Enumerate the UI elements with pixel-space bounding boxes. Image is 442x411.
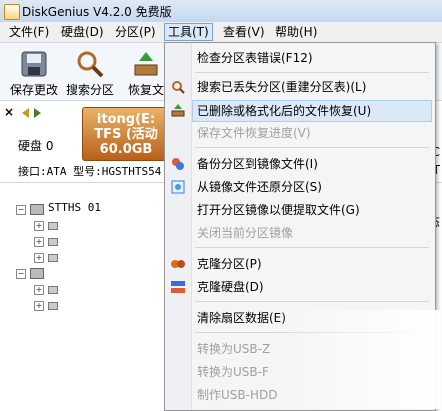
partition-icon — [48, 254, 58, 262]
menu-separator — [195, 301, 429, 302]
expander-icon[interactable]: + — [34, 301, 44, 311]
title-bar: DiskGenius V4.2.0 免费版 — [0, 0, 442, 23]
prev-disk-icon[interactable] — [22, 108, 29, 118]
menu-item-label: 克隆硬盘(D) — [197, 280, 264, 294]
restore-image-icon — [171, 180, 185, 194]
expander-icon[interactable]: − — [16, 269, 26, 279]
expander-icon[interactable]: + — [34, 285, 44, 295]
partition-size: 60.0GB — [99, 142, 153, 157]
menu-restore-partition[interactable]: 从镜像文件还原分区(S) — [193, 177, 431, 197]
partition-icon — [48, 302, 58, 310]
menu-backup-partition[interactable]: 备份分区到镜像文件(I) — [193, 154, 431, 174]
partition-icon — [48, 222, 58, 230]
menu-item-label: 打开分区镜像以便提取文件(G) — [197, 203, 360, 217]
expander-icon[interactable]: + — [34, 237, 44, 247]
menu-partition[interactable]: 分区(P) — [112, 24, 159, 40]
save-changes-button[interactable]: 保存更改 — [6, 45, 62, 99]
clone-disk-icon — [171, 280, 185, 294]
file-recover-icon — [171, 103, 185, 117]
menu-item-label: 转换为USB-F — [197, 365, 269, 379]
menu-bar: 文件(F) 硬盘(D) 分区(P) 工具(T) 查看(V) 帮助(H) — [0, 22, 442, 43]
expander-icon[interactable]: − — [16, 205, 26, 215]
menu-item-label: 关闭当前分区镜像 — [197, 226, 294, 240]
menu-item-label: 搜索已丢失分区(重建分区表)(L) — [197, 80, 367, 94]
recover-icon — [131, 49, 161, 79]
hdd-icon — [30, 268, 44, 279]
menu-save-recovery-progress[interactable]: 保存文件恢复进度(V) — [193, 123, 431, 143]
menu-tools[interactable]: 工具(T) — [164, 23, 213, 41]
hdd-icon — [30, 204, 44, 215]
app-icon — [4, 4, 20, 20]
partition-name: itong(E: — [96, 112, 156, 127]
save-icon — [19, 49, 49, 79]
search-partition-label: 搜索分区 — [65, 83, 114, 97]
menu-file[interactable]: 文件(F) — [6, 24, 52, 40]
save-changes-label: 保存更改 — [9, 83, 58, 97]
next-disk-icon[interactable] — [34, 108, 41, 118]
menu-recover-deleted-files[interactable]: 已删除或格式化后的文件恢复(U) — [192, 100, 432, 122]
menu-item-label: 备份分区到镜像文件(I) — [197, 157, 318, 171]
screenshot-fade-overlay — [270, 310, 440, 409]
menu-item-label: 已删除或格式化后的文件恢复(U) — [197, 104, 372, 118]
menu-clone-partition[interactable]: 克隆分区(P) — [193, 254, 431, 274]
partition-icon — [48, 286, 58, 294]
menu-separator — [195, 72, 429, 73]
search-partition-button[interactable]: 搜索分区 — [62, 45, 118, 99]
menu-item-label: 制作USB-HDD — [197, 388, 278, 402]
menu-separator — [195, 147, 429, 148]
menu-item-label: 检查分区表错误(F12) — [197, 51, 313, 65]
menu-separator — [195, 247, 429, 248]
disk-label: 硬盘 0 — [18, 139, 54, 153]
expander-icon[interactable]: + — [34, 253, 44, 263]
partition-fs: TFS (活动 — [94, 127, 158, 142]
menu-search-lost-partitions[interactable]: 搜索已丢失分区(重建分区表)(L) — [193, 77, 431, 97]
menu-open-partition-image[interactable]: 打开分区镜像以便提取文件(G) — [193, 200, 431, 220]
expander-icon[interactable]: + — [34, 221, 44, 231]
menu-item-label: 从镜像文件还原分区(S) — [197, 180, 322, 194]
menu-view[interactable]: 查看(V) — [220, 24, 268, 40]
menu-clone-disk[interactable]: 克隆硬盘(D) — [193, 277, 431, 297]
partition-icon — [48, 238, 58, 246]
magnifier-icon — [75, 49, 105, 79]
menu-help[interactable]: 帮助(H) — [272, 24, 320, 40]
backup-image-icon — [171, 157, 185, 171]
menu-disk[interactable]: 硬盘(D) — [58, 24, 107, 40]
menu-item-label: 转换为USB-Z — [197, 342, 271, 356]
menu-gutter — [165, 43, 192, 410]
disk-info: 接口:ATA 型号:HGSTHTS54 — [18, 165, 162, 178]
menu-item-label: 保存文件恢复进度(V) — [197, 126, 311, 140]
tree-disk-label: STTHS 01 — [48, 201, 101, 214]
menu-check-partition-table[interactable]: 检查分区表错误(F12) — [193, 48, 431, 68]
search-partition-icon — [171, 80, 185, 94]
clone-partition-icon — [171, 257, 185, 271]
close-icon[interactable]: × — [4, 105, 14, 119]
partition-bar[interactable]: itong(E: TFS (活动 60.0GB — [82, 107, 170, 161]
menu-close-partition-image[interactable]: 关闭当前分区镜像 — [193, 223, 431, 243]
menu-item-label: 克隆分区(P) — [197, 257, 262, 271]
window-title: DiskGenius V4.2.0 免费版 — [22, 5, 172, 19]
